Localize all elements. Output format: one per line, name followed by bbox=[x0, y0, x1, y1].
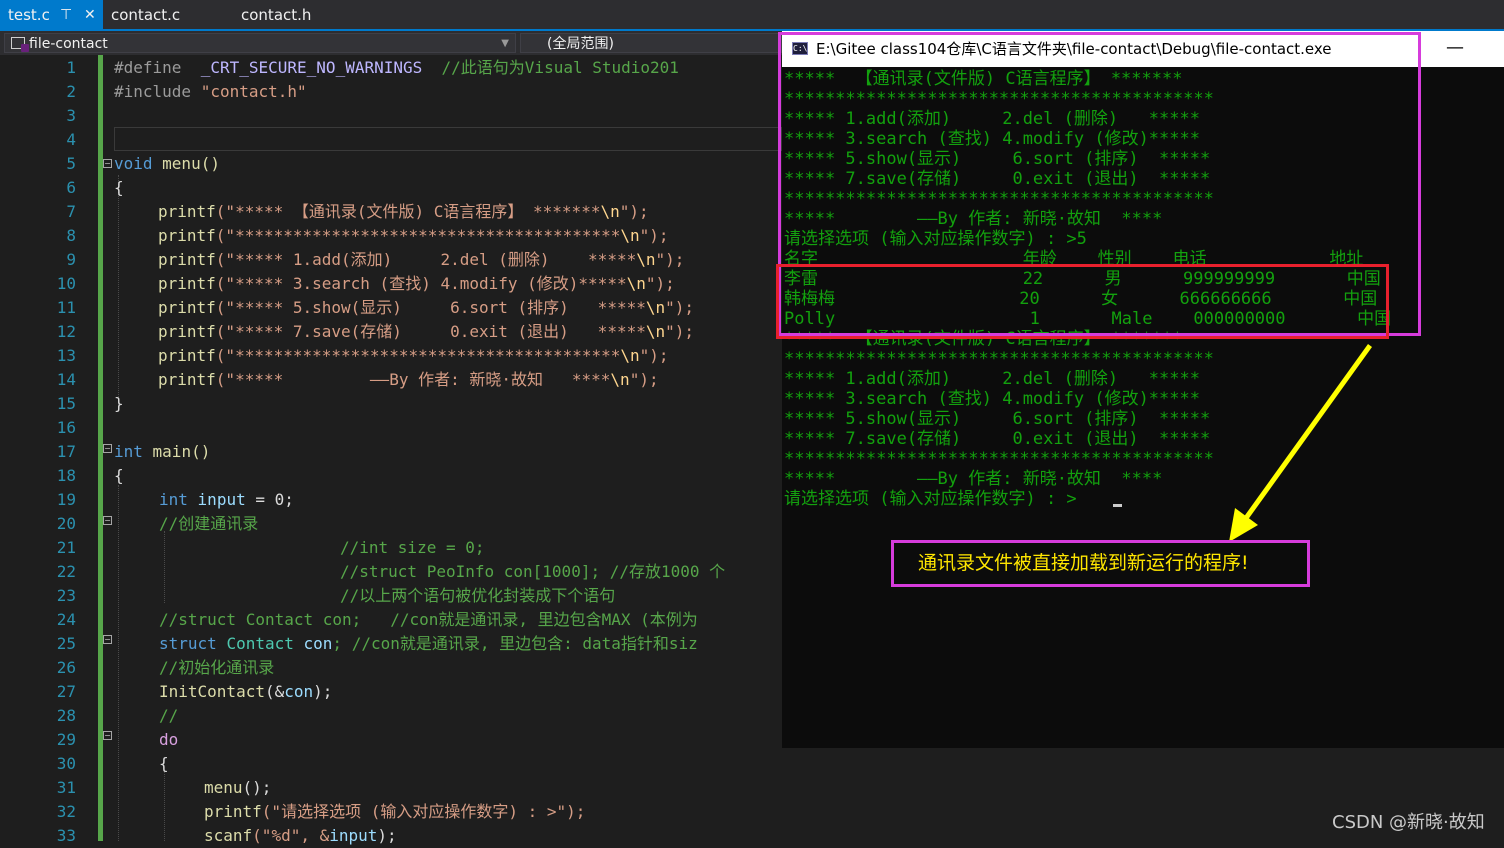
annotation-callout: 通讯录文件被直接加载到新运行的程序! bbox=[891, 540, 1310, 587]
watermark: CSDN @新晓·故知 bbox=[1332, 812, 1485, 833]
annotation-arrow-icon bbox=[1229, 344, 1372, 542]
